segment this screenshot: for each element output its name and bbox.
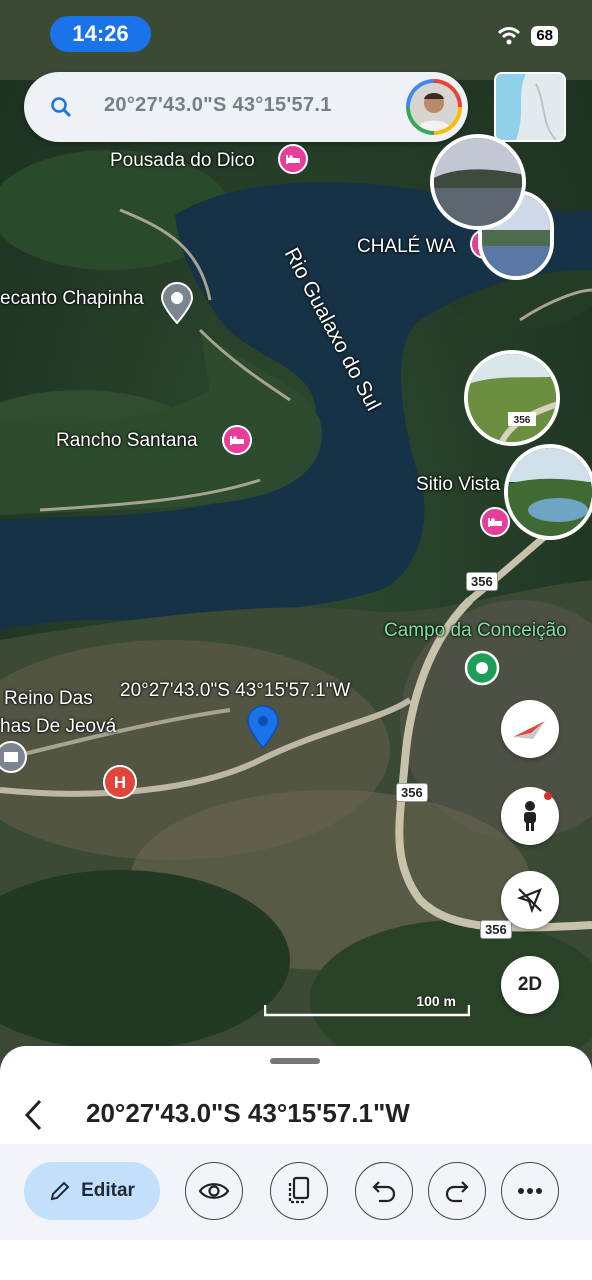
hospital-icon[interactable]: H bbox=[102, 764, 138, 800]
sheet-title: 20°27'43.0"S 43°15'57.1"W bbox=[86, 1098, 410, 1128]
battery-level: 68 bbox=[531, 26, 558, 46]
status-time: 14:26 bbox=[50, 16, 151, 52]
place-label-pousada[interactable]: Pousada do Dico bbox=[110, 150, 255, 172]
place-label-reino-1[interactable]: Reino Das bbox=[4, 688, 93, 710]
avatar[interactable] bbox=[406, 79, 462, 135]
hotel-icon[interactable] bbox=[278, 144, 308, 174]
photo-thumbnail[interactable]: 356 bbox=[464, 350, 560, 446]
place-label-rancho[interactable]: Rancho Santana bbox=[56, 430, 198, 452]
layers-button[interactable] bbox=[270, 1162, 328, 1220]
place-label-sitio[interactable]: Sitio Vista bbox=[416, 474, 500, 496]
eye-icon bbox=[198, 1183, 230, 1199]
place-pin-icon[interactable] bbox=[464, 650, 500, 690]
svg-text:H: H bbox=[114, 773, 126, 792]
street-view-button[interactable] bbox=[501, 787, 559, 845]
place-label-campo[interactable]: Campo da Conceição bbox=[384, 620, 567, 642]
wifi-icon bbox=[498, 27, 521, 45]
more-icon bbox=[518, 1188, 542, 1194]
place-pin-icon[interactable] bbox=[0, 740, 28, 780]
compass-button[interactable] bbox=[501, 700, 559, 758]
hotel-icon[interactable] bbox=[222, 425, 252, 455]
place-label-reino-2[interactable]: has De Jeová bbox=[0, 716, 116, 738]
scale-label: 100 m bbox=[416, 993, 456, 1009]
undo-button[interactable] bbox=[355, 1162, 413, 1220]
photo-thumbnail[interactable] bbox=[504, 444, 592, 540]
visibility-button[interactable] bbox=[185, 1162, 243, 1220]
location-toggle-button[interactable] bbox=[501, 871, 559, 929]
more-button[interactable] bbox=[501, 1162, 559, 1220]
place-pin-icon[interactable] bbox=[160, 282, 194, 324]
redo-button[interactable] bbox=[428, 1162, 486, 1220]
pencil-icon bbox=[50, 1181, 70, 1201]
place-label-chale[interactable]: CHALÉ WA bbox=[357, 236, 456, 258]
sheet-drag-handle[interactable] bbox=[270, 1058, 320, 1064]
minimap-button[interactable] bbox=[494, 72, 566, 142]
search-bar[interactable]: 20°27'43.0"S 43°15'57.1 bbox=[24, 72, 468, 142]
edit-label: Editar bbox=[81, 1180, 135, 1201]
view-mode-button[interactable]: 2D bbox=[501, 956, 559, 1014]
compass-icon bbox=[513, 721, 545, 739]
bottom-sheet[interactable]: 20°27'43.0"S 43°15'57.1"W Editar bbox=[0, 1046, 592, 1280]
edit-button[interactable]: Editar bbox=[24, 1162, 160, 1220]
status-indicators: 68 bbox=[497, 26, 558, 46]
svg-text:356: 356 bbox=[514, 415, 531, 426]
location-marker-icon[interactable] bbox=[245, 704, 281, 750]
road-shield: 356 bbox=[396, 783, 428, 802]
layers-icon bbox=[288, 1176, 310, 1204]
location-arrow-icon bbox=[516, 888, 542, 914]
hotel-icon[interactable] bbox=[480, 507, 510, 537]
search-query[interactable]: 20°27'43.0"S 43°15'57.1 bbox=[104, 94, 332, 117]
scale-bar: 100 m bbox=[263, 993, 471, 1017]
redo-icon bbox=[445, 1181, 469, 1203]
street-view-icon bbox=[524, 801, 536, 831]
satellite-map[interactable]: 14:26 68 20°27'43.0"S 43°15'57.1 Pousada… bbox=[0, 0, 592, 1070]
place-label-recanto[interactable]: ecanto Chapinha bbox=[0, 288, 144, 310]
action-toolbar: Editar bbox=[0, 1144, 592, 1240]
undo-icon bbox=[372, 1181, 396, 1203]
photo-thumbnail[interactable] bbox=[430, 134, 526, 230]
road-shield: 356 bbox=[480, 920, 512, 939]
back-icon[interactable] bbox=[22, 1098, 46, 1132]
road-shield: 356 bbox=[466, 572, 498, 591]
marker-coordinates: 20°27'43.0"S 43°15'57.1"W bbox=[120, 680, 351, 701]
search-icon[interactable] bbox=[50, 96, 72, 118]
